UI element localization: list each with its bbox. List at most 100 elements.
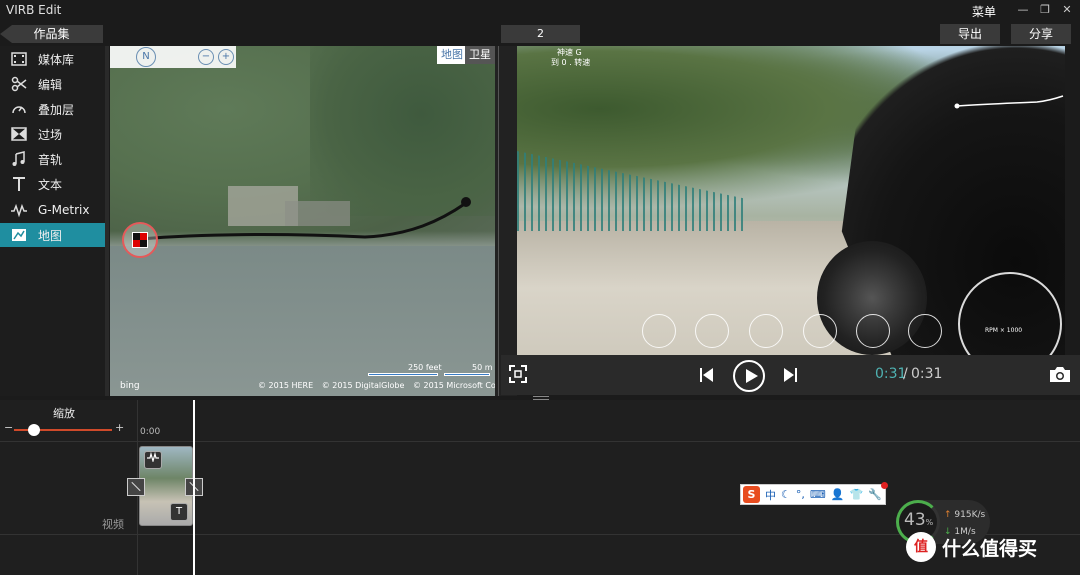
scale-bar-feet <box>368 373 438 376</box>
sogou-logo-icon[interactable]: S <box>743 486 760 503</box>
map-route <box>139 197 471 241</box>
moon-icon[interactable]: ☾ <box>781 488 791 501</box>
punctuation-icon[interactable]: °, <box>796 488 805 501</box>
project-number-field[interactable]: 2 <box>501 25 580 43</box>
sidebar-item-gmetrix[interactable]: G-Metrix <box>0 198 105 222</box>
overlay-gauge <box>908 314 942 348</box>
compass-button[interactable]: N <box>136 47 156 67</box>
notification-dot <box>881 482 888 489</box>
panel-splitter[interactable] <box>495 46 517 396</box>
sidebar-item-label: 媒体库 <box>38 52 75 67</box>
watermark-text: 什么值得买 <box>942 537 1038 560</box>
fullscreen-icon[interactable] <box>509 365 527 388</box>
zoom-label: 缩放 <box>53 407 75 420</box>
overlay-gauge <box>803 314 837 348</box>
time-separator: / <box>903 366 908 382</box>
splitter-line <box>498 46 499 396</box>
video-preview[interactable]: 神速 G 到 0 . 转速 RPM × 1000 <box>517 46 1065 355</box>
overlay-gauge <box>856 314 890 348</box>
current-time: 0:31 <box>875 366 907 382</box>
sidebar-item-label: 叠加层 <box>38 102 75 117</box>
menu-button[interactable]: 菜单 <box>972 3 996 20</box>
sidebar-item-transitions[interactable]: 过场 <box>0 122 105 146</box>
keyboard-icon[interactable]: ⌨ <box>810 488 826 501</box>
text-icon <box>0 176 38 192</box>
scissors-icon <box>0 76 38 92</box>
restore-button[interactable]: ❐ <box>1034 2 1056 18</box>
top-bar: 作品集 2 导出 分享 <box>0 22 1080 44</box>
metrix-icon <box>0 202 38 218</box>
zoom-out-button[interactable]: − <box>4 421 13 434</box>
sidebar-item-edit[interactable]: 编辑 <box>0 72 105 96</box>
upload-arrow-icon: ↑ <box>944 510 952 520</box>
user-icon[interactable]: 👤 <box>831 488 845 501</box>
usage-percent: 43% <box>904 510 934 530</box>
playhead[interactable] <box>193 400 195 575</box>
clip-text-icon: T <box>170 503 188 521</box>
sidebar-item-text[interactable]: 文本 <box>0 172 105 196</box>
skin-icon[interactable]: 👕 <box>849 488 863 501</box>
music-icon <box>0 151 38 167</box>
zoom-out-button[interactable]: − <box>198 49 214 65</box>
sidebar-item-audio[interactable]: 音轨 <box>0 147 105 171</box>
sidebar-splitter[interactable] <box>105 46 213 396</box>
zoom-in-button[interactable]: + <box>218 49 234 65</box>
map-credits: © 2015 HERE © 2015 DigitalGlobe © 2015 M… <box>258 381 495 390</box>
sidebar-item-label: 地图 <box>38 228 63 243</box>
previous-frame-icon[interactable] <box>698 366 716 389</box>
watermark-logo: 值 <box>906 532 936 562</box>
sidebar-item-map[interactable]: 地图 <box>0 223 105 247</box>
credit-here: © 2015 HERE <box>258 381 314 390</box>
transition-icon <box>0 126 38 142</box>
rpm-label: RPM × 1000 <box>985 327 1023 334</box>
map-icon <box>0 227 38 243</box>
scale-bar-meter <box>444 373 490 376</box>
ime-toolbar[interactable]: S 中 ☾ °, ⌨ 👤 👕 🔧 <box>740 482 888 505</box>
total-time: 0:31 <box>911 366 943 382</box>
sidebar-item-label: 文本 <box>38 177 63 192</box>
share-button[interactable]: 分享 <box>1011 24 1071 44</box>
scale-feet-label: 250 feet <box>408 363 442 372</box>
minimize-button[interactable]: — <box>1012 2 1034 18</box>
title-bar: VIRB Edit 菜单 — ❐ ✕ <box>0 0 1080 22</box>
track-divider <box>0 441 1080 442</box>
credit-microsoft: © 2015 Microsoft Corporation <box>412 381 495 390</box>
credit-digitalglobe: © 2015 DigitalGlobe <box>321 381 405 390</box>
bing-logo: bing <box>120 381 140 391</box>
checkered-flag-icon <box>132 232 148 248</box>
export-button[interactable]: 导出 <box>940 24 1000 44</box>
playback-controls: 0:31 / 0:31 <box>501 355 1080 395</box>
app-title: VIRB Edit <box>6 3 62 17</box>
route-end-dot <box>461 197 471 207</box>
timeline-start-time: 0:00 <box>140 427 161 437</box>
sidebar-item-overlays[interactable]: 叠加层 <box>0 97 105 121</box>
map-controls: N − + <box>110 46 236 68</box>
gauge-icon <box>0 101 38 117</box>
overlay-gauge <box>695 314 729 348</box>
sidebar-item-library[interactable]: 媒体库 <box>0 47 105 71</box>
sidebar-item-label: 过场 <box>38 127 63 142</box>
video-track-label: 视频 <box>102 518 124 531</box>
transition-in-button[interactable] <box>127 478 145 496</box>
zoom-in-button[interactable]: + <box>115 421 124 434</box>
next-frame-icon[interactable] <box>781 366 799 389</box>
play-button[interactable] <box>733 360 765 392</box>
clip-metrix-icon <box>144 451 162 469</box>
route-start-marker[interactable] <box>122 222 158 258</box>
upload-speed: ↑ 915K/s <box>944 510 986 520</box>
map-type-satellite[interactable]: 卫星 <box>465 46 495 64</box>
film-icon <box>0 51 38 67</box>
sidebar-item-label: 编辑 <box>38 77 63 92</box>
ime-mode-toggle[interactable]: 中 <box>765 487 776 503</box>
sidebar-item-label: 音轨 <box>38 152 63 167</box>
map-view[interactable]: N − + 地图 卫星 250 feet 50 m bing © 2015 HE… <box>110 46 495 396</box>
overlay-gauge <box>642 314 676 348</box>
back-to-projects-button[interactable]: 作品集 <box>0 25 103 43</box>
close-button[interactable]: ✕ <box>1056 2 1078 18</box>
overlay-gauge <box>749 314 783 348</box>
tools-icon[interactable]: 🔧 <box>868 488 882 501</box>
map-type-road[interactable]: 地图 <box>437 46 467 64</box>
zoom-slider-thumb[interactable] <box>28 424 40 436</box>
sidebar-item-label: G-Metrix <box>38 203 90 217</box>
camera-snapshot-icon[interactable] <box>1049 365 1071 388</box>
